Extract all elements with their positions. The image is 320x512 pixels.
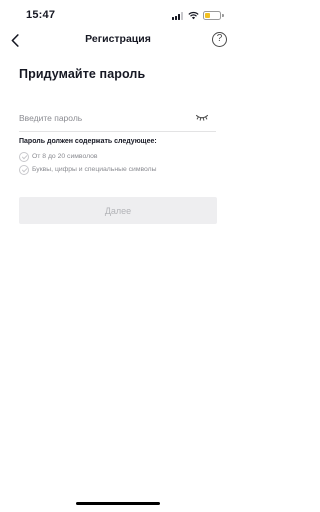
- check-circle-icon: [19, 151, 29, 162]
- rule-characters-label: Буквы, цифры и специальные символы: [32, 166, 157, 173]
- password-rules-title: Пароль должен содержать следующее:: [19, 138, 157, 145]
- status-bar: 15:47: [0, 0, 236, 30]
- rule-characters: Буквы, цифры и специальные символы: [19, 164, 157, 175]
- password-input[interactable]: [19, 110, 189, 126]
- rule-length: От 8 до 20 символов: [19, 151, 98, 162]
- help-button[interactable]: ?: [212, 32, 227, 47]
- cellular-signal-icon: [172, 12, 185, 20]
- password-field: [19, 106, 216, 132]
- eye-closed-icon[interactable]: [195, 112, 209, 122]
- page-title: Придумайте пароль: [19, 67, 146, 81]
- nav-title: Регистрация: [85, 33, 151, 45]
- check-circle-icon: [19, 164, 29, 175]
- battery-cap: [222, 14, 224, 17]
- nav-bar: Регистрация ?: [0, 28, 236, 52]
- home-indicator: [76, 502, 160, 505]
- status-time: 15:47: [26, 9, 56, 21]
- next-button[interactable]: Далее: [19, 197, 217, 224]
- battery-level: [205, 13, 210, 18]
- rule-length-label: От 8 до 20 символов: [32, 153, 98, 160]
- wifi-icon: [188, 11, 199, 20]
- battery-icon: [203, 11, 221, 20]
